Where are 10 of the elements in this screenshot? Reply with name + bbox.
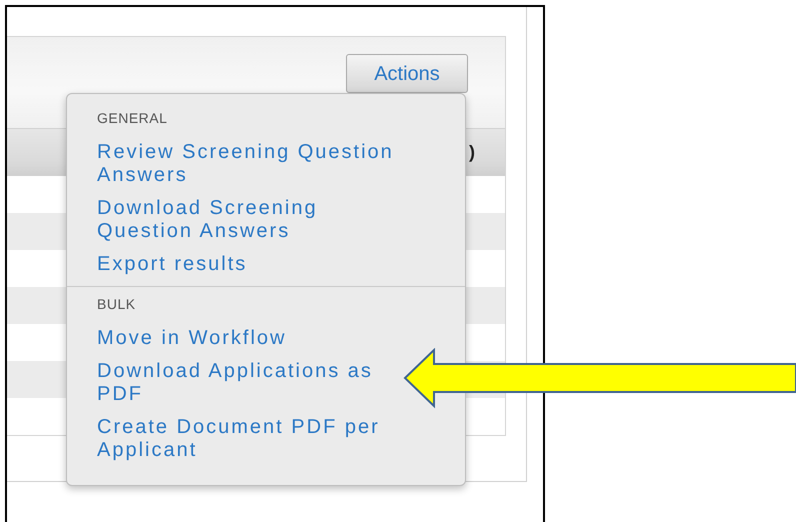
menu-heading: GENERAL (97, 110, 168, 126)
menu-item[interactable]: Download Screening Question Answers (97, 197, 402, 243)
menu-item[interactable]: Export results (97, 253, 248, 276)
menu-item[interactable]: Move in Workflow (97, 327, 286, 350)
actions-button[interactable]: Actions (346, 54, 468, 93)
menu-heading: BULK (97, 296, 136, 312)
menu-item[interactable]: Create Document PDF per Applicant (97, 416, 402, 462)
menu-item[interactable]: Download Applications as PDF (97, 360, 402, 406)
menu-item[interactable]: Review Screening Question Answers (97, 141, 402, 187)
header-text: ) (469, 142, 475, 163)
